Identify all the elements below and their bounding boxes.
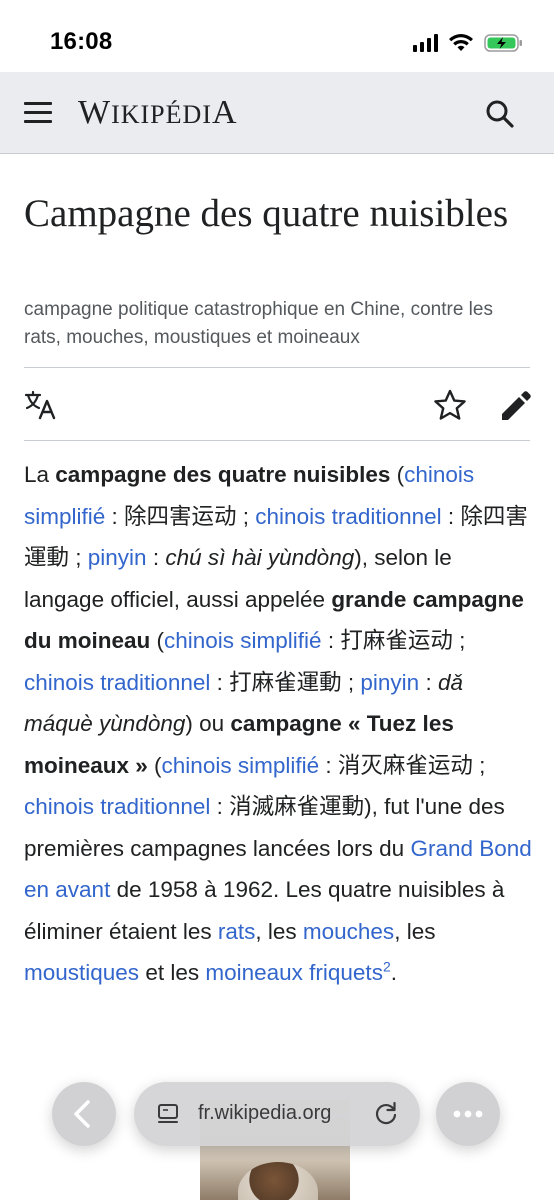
article-text: et les (139, 960, 206, 985)
cellular-signal-icon (413, 34, 438, 52)
article-text: : (146, 545, 166, 570)
link-moustiques[interactable]: moustiques (24, 960, 139, 985)
wikipedia-wordmark[interactable]: WIKIPÉDIA (78, 94, 238, 132)
address-bar[interactable]: fr.wikipedia.org (134, 1082, 420, 1146)
wordmark-a: A (211, 94, 238, 131)
wordmark-ikip: IKIP (111, 100, 166, 129)
article-text: : 打麻雀运动 ; (321, 628, 466, 653)
search-icon[interactable] (484, 98, 516, 130)
status-time: 16:08 (50, 28, 113, 55)
wifi-icon (449, 34, 473, 51)
link-rats[interactable]: rats (218, 919, 256, 944)
wiki-header: WIKIPÉDIA (0, 72, 554, 154)
link-mouches[interactable]: mouches (303, 919, 394, 944)
star-icon[interactable] (432, 388, 468, 424)
reference-link[interactable]: 2 (383, 959, 391, 975)
wordmark-w: W (78, 94, 112, 131)
article-text: : 除四害运动 ; (105, 503, 256, 529)
divider (24, 367, 530, 368)
more-icon (453, 1110, 483, 1118)
article-bold-term: campagne des quatre nuisibles (55, 462, 391, 487)
battery-charging-icon (484, 34, 522, 52)
back-button[interactable] (52, 1082, 116, 1146)
link-moineaux-friquets[interactable]: moineaux friquets (205, 960, 383, 985)
page-title: Campagne des quatre nuisibles (24, 192, 509, 235)
wordmark-di: DI (182, 100, 212, 129)
article-text: , les (394, 918, 436, 944)
tabs-icon[interactable] (156, 1102, 180, 1126)
link-chinois-traditionnel[interactable]: chinois traditionnel (24, 670, 210, 695)
article-lead-paragraph: La campagne des quatre nuisibles (chinoi… (24, 454, 534, 994)
menu-icon[interactable] (24, 102, 52, 124)
link-chinois-simplifie[interactable]: chinois simplifié (164, 628, 322, 653)
edit-icon[interactable] (498, 390, 532, 424)
article-text: . (390, 960, 398, 985)
link-chinois-traditionnel[interactable]: chinois traditionnel (255, 504, 441, 529)
link-pinyin[interactable]: pinyin (360, 670, 419, 695)
divider (24, 440, 530, 441)
link-chinois-simplifie[interactable]: chinois simplifié (162, 753, 320, 778)
back-icon (74, 1100, 90, 1128)
status-bar: 16:08 (0, 0, 554, 72)
page-description: campagne politique catastrophique en Chi… (24, 299, 493, 348)
article-text: La (24, 462, 56, 487)
article-text: ( (390, 462, 405, 487)
article-text: , les (255, 918, 303, 944)
page-actions (0, 384, 554, 428)
article-text: : 打麻雀運動 ; (210, 669, 361, 695)
link-pinyin[interactable]: pinyin (88, 545, 147, 570)
article-pinyin-text: chú sì hài yùndòng (165, 545, 355, 570)
article-text: : (419, 669, 438, 695)
article-text: ( (150, 628, 165, 653)
link-chinois-traditionnel[interactable]: chinois traditionnel (24, 794, 210, 819)
reload-icon[interactable] (372, 1100, 400, 1128)
url-text: fr.wikipedia.org (198, 1102, 332, 1124)
article-text: ( (147, 752, 162, 778)
wordmark-e: É (165, 100, 183, 129)
article-text: : 消灭麻雀运动 ; (319, 752, 486, 778)
more-button[interactable] (436, 1082, 500, 1146)
sparrow-image (238, 1162, 318, 1200)
status-icons (413, 32, 524, 54)
article-text: ) ou (185, 711, 231, 736)
language-icon[interactable] (24, 390, 58, 420)
